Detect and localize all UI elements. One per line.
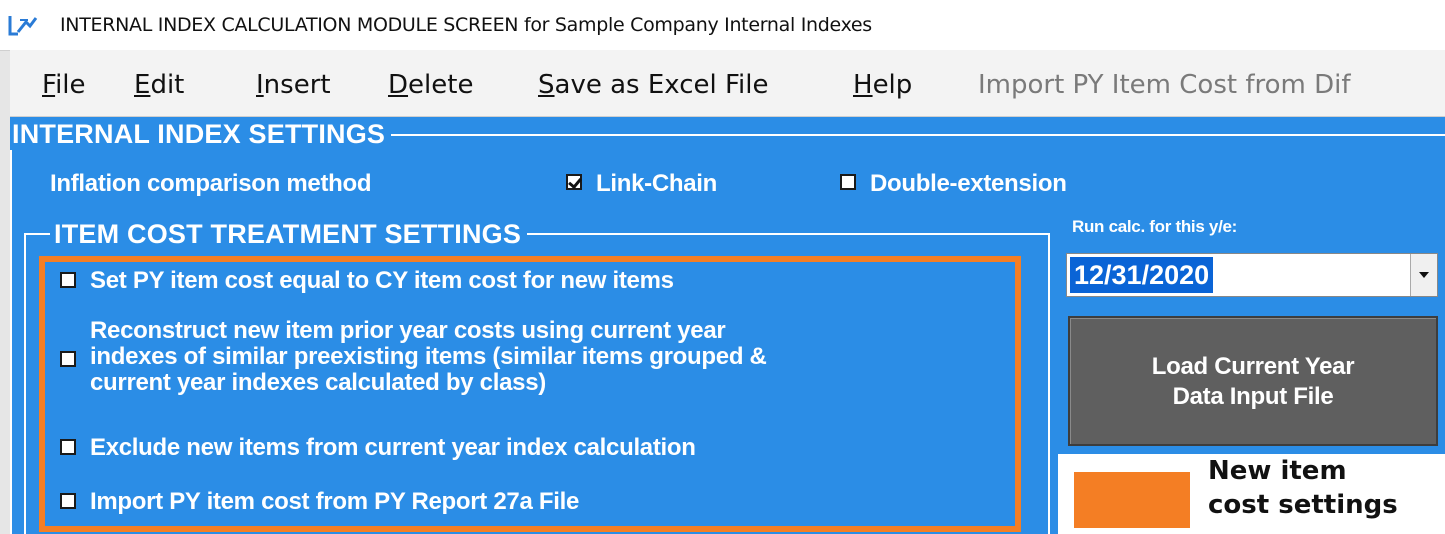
menu-bar: File Edit Insert Delete Save as Excel Fi… bbox=[10, 50, 1445, 117]
legend-panel: New item cost settings bbox=[1058, 454, 1445, 534]
menu-insert[interactable]: Insert bbox=[256, 70, 331, 100]
reconstruct-cost-label[interactable]: Reconstruct new item prior year costs us… bbox=[90, 318, 767, 396]
menu-edit[interactable]: Edit bbox=[134, 70, 184, 100]
dropdown-button[interactable] bbox=[1410, 254, 1437, 296]
inflation-method-label: Inflation comparison method bbox=[50, 170, 372, 197]
run-calc-label: Run calc. for this y/e: bbox=[1072, 217, 1238, 236]
double-extension-label[interactable]: Double-extension bbox=[870, 170, 1067, 198]
load-input-file-label: Load Current Year Data Input File bbox=[1151, 353, 1355, 410]
link-chain-checkbox[interactable] bbox=[566, 174, 582, 190]
window-title: INTERNAL INDEX CALCULATION MODULE SCREEN… bbox=[60, 14, 872, 36]
item-cost-title: ITEM COST TREATMENT SETTINGS bbox=[50, 218, 528, 250]
title-bar: INTERNAL INDEX CALCULATION MODULE SCREEN… bbox=[0, 0, 1445, 51]
exclude-new-items-label[interactable]: Exclude new items from current year inde… bbox=[90, 434, 696, 462]
import-py-cost-label[interactable]: Import PY item cost from PY Report 27a F… bbox=[90, 488, 579, 516]
index-settings-title: INTERNAL INDEX SETTINGS bbox=[10, 118, 392, 150]
reconstruct-cost-checkbox[interactable] bbox=[60, 351, 76, 367]
menu-import-py-item-cost: Import PY Item Cost from Dif bbox=[978, 70, 1351, 100]
exclude-new-items-checkbox[interactable] bbox=[60, 439, 76, 455]
chevron-down-icon bbox=[1419, 272, 1429, 278]
set-py-cost-label[interactable]: Set PY item cost equal to CY item cost f… bbox=[90, 267, 674, 295]
main-window: File Edit Insert Delete Save as Excel Fi… bbox=[10, 50, 1445, 534]
legend-text: New item cost settings bbox=[1208, 456, 1398, 520]
year-end-value: 12/31/2020 bbox=[1070, 257, 1214, 293]
link-chain-label[interactable]: Link-Chain bbox=[596, 170, 717, 198]
import-py-cost-checkbox[interactable] bbox=[60, 493, 76, 509]
load-input-file-button[interactable]: Load Current Year Data Input File bbox=[1068, 316, 1438, 446]
legend-orange-swatch bbox=[1074, 472, 1190, 528]
menu-delete[interactable]: Delete bbox=[388, 70, 473, 100]
app-icon bbox=[8, 16, 38, 36]
set-py-cost-checkbox[interactable] bbox=[60, 272, 76, 288]
year-end-dropdown[interactable]: 12/31/2020 bbox=[1066, 253, 1438, 297]
double-extension-checkbox[interactable] bbox=[840, 174, 856, 190]
menu-help[interactable]: Help bbox=[853, 70, 912, 100]
menu-file[interactable]: File bbox=[42, 70, 86, 100]
menu-save-as-excel[interactable]: Save as Excel File bbox=[538, 70, 768, 100]
